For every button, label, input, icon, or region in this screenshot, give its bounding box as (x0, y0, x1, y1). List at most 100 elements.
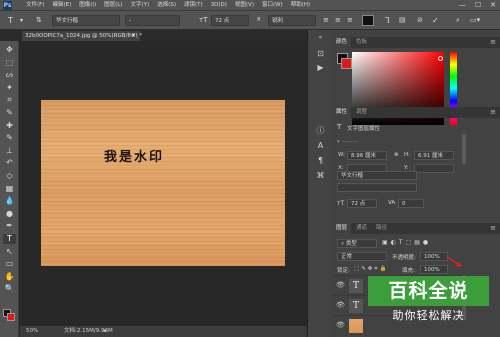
font-size-select[interactable]: 72 点 (211, 15, 249, 26)
rectangle-icon[interactable]: ▭ (3, 259, 16, 269)
lasso-icon[interactable]: ᔕ (3, 70, 16, 80)
status-bar: 50% 文档:2.15M/9.93M ▸ (20, 326, 307, 337)
menu-item[interactable]: 3D(D) (207, 0, 231, 11)
crop-icon[interactable]: ⌗ (3, 95, 16, 105)
watermark-text-layer[interactable]: 我是水印 (104, 146, 164, 165)
menu-item[interactable]: 文件(F) (22, 0, 48, 11)
size-icon: ᴛT (337, 200, 345, 207)
menu-item[interactable]: 选择(S) (153, 0, 180, 11)
wood-image[interactable] (41, 100, 285, 266)
magic-wand-icon[interactable]: ✦ (3, 83, 16, 93)
font-style-field[interactable] (337, 183, 417, 192)
eraser-icon[interactable]: ◇ (3, 171, 16, 181)
antialias-select[interactable]: 锐利 (268, 15, 316, 26)
image-layer-thumbnail (349, 319, 363, 333)
commit-icon[interactable]: ✓ (432, 15, 439, 26)
panel-menu-icon[interactable]: ≡ (490, 37, 496, 48)
visibility-eye-icon[interactable]: 👁 (336, 321, 345, 329)
panel-menu-icon[interactable]: ≡ (490, 107, 496, 118)
type-tool-icon[interactable]: T (8, 15, 13, 26)
history-icon[interactable]: ⊡ (314, 48, 327, 59)
actions-icon[interactable]: ▶ (314, 62, 327, 73)
document-title: 32b0OOPIC7a_1024.jpg @ 50%(RGB/8#) * (25, 33, 143, 39)
character-panel-icon[interactable]: ▤ (399, 15, 406, 26)
color-background-swatch[interactable] (341, 58, 352, 69)
close-icon[interactable]: ✕ (490, 0, 496, 11)
search-icon[interactable]: ⌕ (456, 15, 460, 26)
font-family-select[interactable]: 华文行楷 (52, 15, 120, 26)
stamp-icon[interactable]: ⊥ (3, 146, 16, 156)
minimize-icon[interactable]: — (459, 0, 466, 11)
hand-icon[interactable]: ✋ (3, 272, 16, 282)
info-icon[interactable]: ⓘ (314, 125, 327, 136)
status-arrow-icon[interactable]: ▸ (104, 326, 107, 337)
font-size-field[interactable]: 72 点 (347, 199, 377, 208)
layer-filter-icons[interactable]: ▣◐T⬚▤● (382, 239, 431, 246)
tab-color[interactable]: 颜色 (332, 37, 352, 48)
visibility-eye-icon[interactable]: 👁 (336, 281, 345, 289)
link-icon[interactable]: ⊗ (394, 152, 399, 158)
visibility-eye-icon[interactable]: 👁 (336, 301, 345, 309)
text-color-swatch[interactable] (362, 15, 374, 26)
glyphs-icon[interactable]: ⌘ (314, 170, 327, 181)
tool-preset-dropdown-icon[interactable]: ▾ (20, 15, 23, 26)
menu-item[interactable]: 图像(I) (75, 0, 100, 11)
type-icon[interactable]: T (3, 234, 16, 244)
tab-properties[interactable]: 属性 (332, 107, 352, 118)
gradient-icon[interactable]: ▦ (3, 184, 16, 194)
history-brush-icon[interactable]: ↶ (3, 158, 16, 168)
workspace-icon[interactable]: ▭▾ (470, 15, 480, 26)
tab-layers[interactable]: 图层 (332, 223, 352, 234)
width-field[interactable]: 8.96 厘米 (347, 151, 387, 160)
menu-item[interactable]: 滤镜(T) (180, 0, 207, 11)
color-picker-cursor[interactable] (438, 56, 443, 61)
y-field[interactable] (414, 164, 454, 173)
menu-item[interactable]: 窗口(W) (258, 0, 287, 11)
paragraph-icon[interactable]: ¶ (314, 155, 327, 166)
brush-icon[interactable]: ✎ (3, 133, 16, 143)
collapse-dock-icon[interactable]: « (314, 32, 327, 43)
align-right-icon[interactable]: ≡ (347, 15, 353, 26)
eyedropper-icon[interactable]: ✎ (3, 108, 16, 118)
zoom-level[interactable]: 50% (26, 326, 38, 337)
path-select-icon[interactable]: ↖ (3, 247, 16, 257)
panel-menu-icon[interactable]: ≡ (490, 223, 496, 234)
menu-item[interactable]: 图层(L) (100, 0, 126, 11)
move-icon[interactable]: ✥ (3, 45, 16, 55)
menu-item[interactable]: 文字(Y) (127, 0, 154, 11)
blur-icon[interactable]: 💧 (3, 196, 16, 206)
align-center-icon[interactable]: ≡ (335, 15, 341, 26)
tab-channels[interactable]: 通道 (352, 223, 371, 234)
maximize-icon[interactable]: ☐ (475, 0, 481, 11)
lock-icons[interactable]: ⬚✎✥⌗🔒 (354, 266, 388, 273)
height-field[interactable]: 6.91 厘米 (414, 151, 454, 160)
close-tab-icon[interactable]: × (131, 31, 136, 41)
font-family-field[interactable]: 华文行楷 (337, 171, 417, 180)
font-style-select[interactable]: - (125, 15, 180, 26)
tracking-field[interactable]: 0 (398, 199, 424, 208)
healing-icon[interactable]: ✚ (3, 121, 16, 131)
fill-field[interactable]: 100% (420, 265, 448, 274)
tab-swatches[interactable]: 色板 (352, 37, 371, 48)
warp-text-icon[interactable]: Ꞁ (385, 15, 389, 26)
background-color[interactable] (7, 313, 15, 321)
character-icon[interactable]: A (314, 140, 327, 151)
tab-adjustments[interactable]: 调整 (352, 107, 371, 118)
orientation-toggle-icon[interactable]: ⇅ (36, 15, 42, 26)
properties-scrollbar[interactable] (462, 134, 466, 164)
menu-item[interactable]: 编辑(E) (48, 0, 75, 11)
cancel-icon[interactable]: ⊘ (417, 15, 423, 26)
opacity-field[interactable]: 100% (420, 252, 448, 261)
blend-mode-select[interactable]: 正常 (337, 252, 387, 261)
align-left-icon[interactable]: ≡ (323, 15, 329, 26)
pen-icon[interactable]: ✒ (3, 221, 16, 231)
tab-paths[interactable]: 路径 (372, 223, 391, 234)
menu-item[interactable]: 帮助(H) (287, 0, 314, 11)
marquee-icon[interactable]: ⬚ (3, 58, 16, 68)
dodge-icon[interactable]: ● (3, 209, 16, 219)
layer-filter-select[interactable]: ⌕ 类型 (337, 239, 377, 248)
menu-item[interactable]: 视图(V) (231, 0, 258, 11)
document-tab[interactable]: 32b0OOPIC7a_1024.jpg @ 50%(RGB/8#) * × (22, 31, 143, 41)
zoom-icon[interactable]: 🔍 (3, 284, 16, 294)
transform-header: ▾ ——— (337, 139, 359, 145)
